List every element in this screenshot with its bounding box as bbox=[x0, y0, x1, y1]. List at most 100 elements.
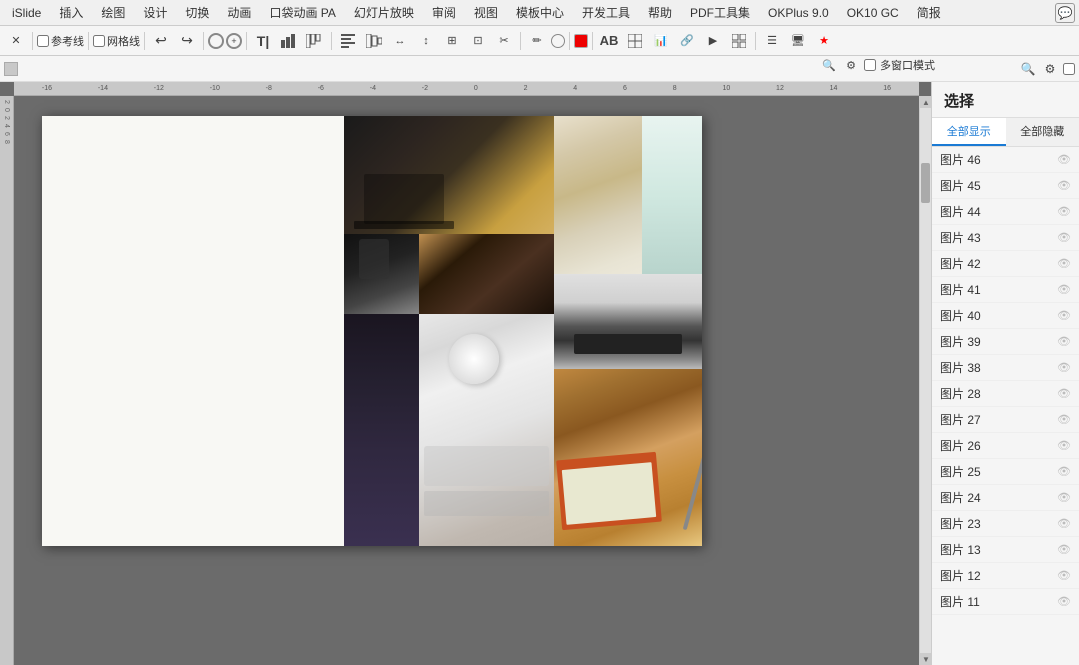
eye-icon[interactable]: 👁 bbox=[1057, 387, 1071, 400]
eye-icon[interactable]: 👁 bbox=[1057, 465, 1071, 478]
search2-icon[interactable]: 🔍 bbox=[820, 56, 838, 74]
redo-btn[interactable]: ↪ bbox=[175, 29, 199, 53]
graph-btn[interactable]: 📊 bbox=[649, 29, 673, 53]
slide[interactable] bbox=[42, 116, 702, 546]
panel-item[interactable]: 图片 26 👁 bbox=[932, 433, 1079, 459]
crop-btn[interactable]: ⊡ bbox=[466, 29, 490, 53]
bar2-btn[interactable] bbox=[303, 29, 327, 53]
pen-btn[interactable]: ✏ bbox=[525, 29, 549, 53]
panel-item[interactable]: 图片 40 👁 bbox=[932, 303, 1079, 329]
menu-template[interactable]: 模板中心 bbox=[508, 2, 572, 23]
panel-item[interactable]: 图片 42 👁 bbox=[932, 251, 1079, 277]
eye-icon[interactable]: 👁 bbox=[1057, 179, 1071, 192]
expand-btn[interactable]: ⊞ bbox=[440, 29, 464, 53]
multiwindow-checkbox[interactable] bbox=[1063, 63, 1075, 75]
eye-icon[interactable]: 👁 bbox=[1057, 595, 1071, 608]
eye-icon[interactable]: 👁 bbox=[1057, 205, 1071, 218]
circle-btn[interactable] bbox=[208, 33, 224, 49]
slide-img-bottom-left[interactable] bbox=[344, 314, 419, 546]
flip2-btn[interactable]: ↕ bbox=[414, 29, 438, 53]
panel-item[interactable]: 图片 28 👁 bbox=[932, 381, 1079, 407]
undo-btn[interactable]: ↩ bbox=[149, 29, 173, 53]
chat-button[interactable]: 💬 bbox=[1055, 3, 1075, 23]
panel-item[interactable]: 图片 27 👁 bbox=[932, 407, 1079, 433]
red-star-btn[interactable]: ★ bbox=[812, 29, 836, 53]
eye-icon[interactable]: 👁 bbox=[1057, 335, 1071, 348]
panel-item[interactable]: 图片 44 👁 bbox=[932, 199, 1079, 225]
align-btn[interactable] bbox=[336, 29, 360, 53]
menu-transition[interactable]: 切换 bbox=[177, 2, 217, 23]
panel-item[interactable]: 图片 13 👁 bbox=[932, 537, 1079, 563]
slide-img-right-mid[interactable] bbox=[554, 274, 702, 369]
eye-icon[interactable]: 👁 bbox=[1057, 153, 1071, 166]
panel-item[interactable]: 图片 39 👁 bbox=[932, 329, 1079, 355]
menu-slideshow[interactable]: 幻灯片放映 bbox=[346, 2, 422, 23]
panel-item[interactable]: 图片 12 👁 bbox=[932, 563, 1079, 589]
cut-btn[interactable]: ✂ bbox=[492, 29, 516, 53]
menu-devtools[interactable]: 开发工具 bbox=[574, 2, 638, 23]
shape-btn[interactable] bbox=[551, 34, 565, 48]
multiwindow2-checkbox[interactable] bbox=[864, 59, 876, 71]
menu-pdf[interactable]: PDF工具集 bbox=[682, 2, 758, 23]
list-btn[interactable]: ☰ bbox=[760, 29, 784, 53]
circle2-btn[interactable]: + bbox=[226, 33, 242, 49]
link-btn[interactable]: 🔗 bbox=[675, 29, 699, 53]
flip-btn[interactable]: ↔ bbox=[388, 29, 412, 53]
scroll-thumb[interactable] bbox=[921, 163, 930, 203]
text-btn[interactable]: AB bbox=[597, 29, 621, 53]
eye-icon[interactable]: 👁 bbox=[1057, 543, 1071, 556]
panel-item[interactable]: 图片 23 👁 bbox=[932, 511, 1079, 537]
align2-btn[interactable] bbox=[362, 29, 386, 53]
menu-insert[interactable]: 插入 bbox=[51, 2, 91, 23]
eye-icon[interactable]: 👁 bbox=[1057, 491, 1071, 504]
panel-item[interactable]: 图片 11 👁 bbox=[932, 589, 1079, 615]
panel-item[interactable]: 图片 41 👁 bbox=[932, 277, 1079, 303]
menu-animation[interactable]: 动画 bbox=[219, 2, 259, 23]
slide-img-mid-left[interactable] bbox=[344, 234, 419, 314]
settings-icon[interactable]: ⚙ bbox=[1041, 60, 1059, 78]
menu-okplus[interactable]: OKPlus 9.0 bbox=[760, 4, 837, 22]
menu-help[interactable]: 帮助 bbox=[640, 2, 680, 23]
screen-btn[interactable]: 🖥 bbox=[786, 29, 810, 53]
menu-pocket-anim[interactable]: 口袋动画 PA bbox=[261, 2, 343, 23]
slide-img-bottom-right[interactable] bbox=[554, 369, 702, 546]
menu-islide[interactable]: iSlide bbox=[4, 4, 49, 22]
canvas-scrollbar[interactable]: ▲ ▼ bbox=[919, 96, 931, 665]
panel-item[interactable]: 图片 43 👁 bbox=[932, 225, 1079, 251]
grid-btn[interactable] bbox=[727, 29, 751, 53]
panel-item[interactable]: 图片 46 👁 bbox=[932, 147, 1079, 173]
menu-review[interactable]: 审阅 bbox=[424, 2, 464, 23]
text-cursor-btn[interactable]: T| bbox=[251, 29, 275, 53]
eye-icon[interactable]: 👁 bbox=[1057, 439, 1071, 452]
menu-brief[interactable]: 简报 bbox=[909, 2, 949, 23]
slide-img-bottom-center[interactable] bbox=[419, 314, 554, 546]
slide-img-mid-center[interactable] bbox=[419, 234, 554, 314]
color-rect-btn[interactable] bbox=[574, 34, 588, 48]
eye-icon[interactable]: 👁 bbox=[1057, 231, 1071, 244]
slide-img-top-left[interactable] bbox=[344, 116, 554, 234]
menu-design[interactable]: 设计 bbox=[135, 2, 175, 23]
menu-draw[interactable]: 绘图 bbox=[93, 2, 133, 23]
ref-line-checkbox[interactable] bbox=[37, 35, 49, 47]
search-icon[interactable]: 🔍 bbox=[1019, 60, 1037, 78]
eye-icon[interactable]: 👁 bbox=[1057, 413, 1071, 426]
eye-icon[interactable]: 👁 bbox=[1057, 257, 1071, 270]
panel-item[interactable]: 图片 25 👁 bbox=[932, 459, 1079, 485]
hide-all-btn[interactable]: 全部隐藏 bbox=[1006, 118, 1079, 146]
eye-icon[interactable]: 👁 bbox=[1057, 309, 1071, 322]
bar-chart-btn[interactable] bbox=[277, 29, 301, 53]
table-btn[interactable] bbox=[623, 29, 647, 53]
slide-img-top-right[interactable] bbox=[554, 116, 702, 274]
media-btn[interactable]: ▶ bbox=[701, 29, 725, 53]
panel-item[interactable]: 图片 45 👁 bbox=[932, 173, 1079, 199]
eye-icon[interactable]: 👁 bbox=[1057, 517, 1071, 530]
eye-icon[interactable]: 👁 bbox=[1057, 361, 1071, 374]
eye-icon[interactable]: 👁 bbox=[1057, 283, 1071, 296]
show-all-btn[interactable]: 全部显示 bbox=[932, 118, 1006, 146]
eye-icon[interactable]: 👁 bbox=[1057, 569, 1071, 582]
settings2-icon[interactable]: ⚙ bbox=[842, 56, 860, 74]
menu-ok10[interactable]: OK10 GC bbox=[839, 4, 907, 22]
close-btn[interactable]: ✕ bbox=[4, 29, 28, 53]
panel-item[interactable]: 图片 38 👁 bbox=[932, 355, 1079, 381]
grid-line-checkbox[interactable] bbox=[93, 35, 105, 47]
